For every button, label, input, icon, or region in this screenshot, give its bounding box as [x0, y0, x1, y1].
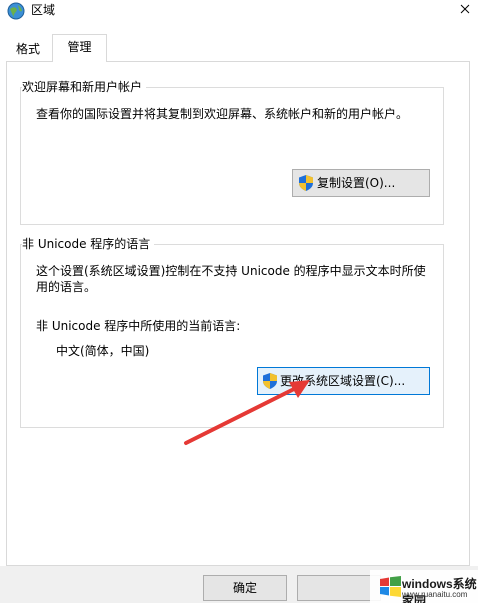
copy-settings-label: 复制设置(O)...	[317, 176, 396, 190]
window-title: 区域	[31, 3, 56, 17]
tab-format[interactable]: 格式	[6, 39, 50, 59]
watermark-url: www.ruanaitu.com	[402, 590, 468, 599]
welcome-description: 查看你的国际设置并将其复制到欢迎屏幕、系统帐户和新的用户帐户。	[36, 107, 409, 121]
uac-shield-icon	[299, 175, 313, 191]
tab-manage[interactable]: 管理	[52, 34, 107, 62]
ok-label: 确定	[232, 581, 257, 595]
current-language-label: 非 Unicode 程序中所使用的当前语言:	[36, 319, 241, 333]
copy-settings-button[interactable]: 复制设置(O)...	[292, 169, 430, 197]
non-unicode-group-title: 非 Unicode 程序的语言	[22, 237, 155, 251]
cancel-button[interactable]	[297, 575, 381, 601]
current-language-value: 中文(简体，中国)	[56, 344, 150, 358]
change-system-locale-button[interactable]: 更改系统区域设置(C)...	[257, 367, 430, 395]
welcome-group-title: 欢迎屏幕和新用户帐户	[22, 80, 147, 94]
ok-button[interactable]: 确定	[203, 575, 287, 601]
change-system-locale-label: 更改系统区域设置(C)...	[280, 374, 406, 388]
title-bar: 区域	[0, 0, 478, 30]
globe-icon	[7, 2, 25, 20]
close-icon[interactable]	[452, 0, 478, 20]
non-unicode-description: 这个设置(系统区域设置)控制在不支持 Unicode 的程序中显示文本时所使用的…	[36, 264, 426, 294]
uac-shield-icon	[263, 373, 277, 389]
